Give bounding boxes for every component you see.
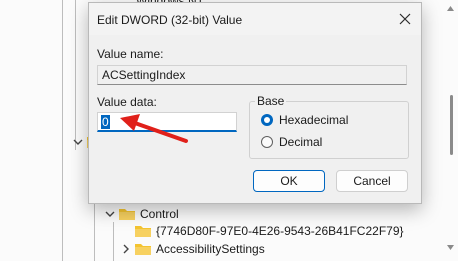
cancel-button-label: Cancel [353,174,391,188]
base-groupbox [249,101,409,159]
radio-hexadecimal[interactable]: Hexadecimal [261,113,348,127]
base-label: Base [255,94,287,108]
radio-hexadecimal-label: Hexadecimal [279,113,349,127]
tree-item-label: Control [140,207,179,221]
vertical-scrollbar[interactable] [444,0,458,261]
folder-icon [135,243,151,255]
tree-guide-line [75,0,76,150]
edit-dword-dialog: Edit DWORD (32-bit) Value Value name: AC… [88,2,422,204]
value-name-field[interactable]: ACSettingIndex [97,65,407,85]
tree-item-label: AccessibilitySettings [156,242,265,256]
close-icon [399,13,411,25]
radio-decimal[interactable]: Decimal [261,135,322,149]
scroll-up-icon[interactable] [447,6,454,11]
folder-icon [119,208,135,220]
close-button[interactable] [393,7,417,31]
tree-item-control[interactable]: Control [104,205,179,223]
value-name-text: ACSettingIndex [102,68,186,82]
tree-guide-line [113,222,114,261]
chevron-right-icon[interactable] [120,243,132,255]
ok-button-label: OK [280,174,298,188]
dialog-title: Edit DWORD (32-bit) Value [97,13,243,27]
value-data-input[interactable]: 0 [97,112,237,132]
tree-item-label: {7746D80F-97E0-4E26-9543-26B41FC22F79} [156,224,404,238]
scrollbar-thumb[interactable] [450,95,453,155]
folder-icon [135,225,151,237]
value-data-text: 0 [101,115,110,129]
tree-item-guid[interactable]: {7746D80F-97E0-4E26-9543-26B41FC22F79} [120,222,404,240]
chevron-down-icon[interactable] [72,136,84,148]
tree-guide-line [62,0,63,261]
cancel-button[interactable]: Cancel [336,170,408,192]
ok-button[interactable]: OK [253,170,325,192]
chevron-down-icon[interactable] [104,208,116,220]
tree-item-accessibility-settings[interactable]: AccessibilitySettings [120,240,265,258]
radio-decimal-label: Decimal [279,135,323,149]
radio-unselected-icon[interactable] [261,136,273,148]
value-name-label: Value name: [97,47,164,61]
dialog-titlebar[interactable]: Edit DWORD (32-bit) Value [89,3,421,35]
value-data-label: Value data: [97,95,157,109]
radio-selected-icon[interactable] [261,114,273,126]
scroll-down-icon[interactable] [447,245,454,250]
